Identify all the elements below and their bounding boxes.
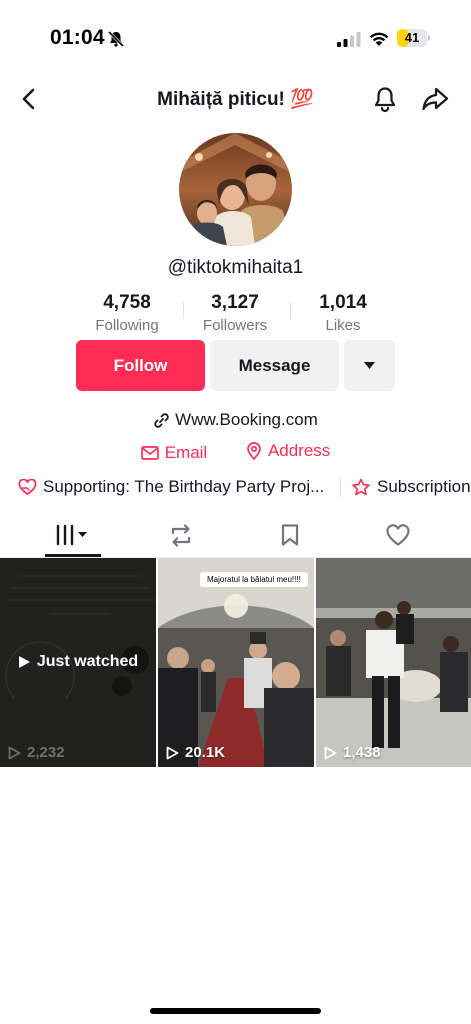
follow-button[interactable]: Follow (76, 340, 205, 391)
video-thumbnail[interactable]: 1,438 (316, 558, 471, 767)
share-button[interactable] (420, 84, 450, 114)
website-link[interactable]: Www.Booking.com (153, 410, 318, 430)
caret-down-icon (364, 362, 375, 369)
avatar[interactable] (179, 133, 292, 246)
view-count: 2,232 (27, 744, 65, 761)
subscription-link[interactable]: Subscription (340, 477, 471, 497)
tab-liked[interactable] (338, 512, 455, 558)
tab-reposts[interactable] (121, 512, 238, 558)
tab-favorites[interactable] (231, 512, 348, 558)
website-text: Www.Booking.com (175, 410, 318, 429)
video-caption: Majoratul la băiatul meu!!!! (200, 572, 308, 587)
bell-off-icon (107, 30, 125, 48)
avatar-photo (179, 133, 292, 246)
play-icon (18, 656, 30, 668)
status-time: 01:04 (50, 26, 105, 49)
supporting-link[interactable]: Supporting: The Birthday Party Proj... (18, 477, 324, 497)
stat-value: 1,014 (319, 292, 367, 313)
suggested-accounts-button[interactable] (344, 340, 395, 391)
active-tab-indicator (45, 554, 101, 557)
promo-row: Supporting: The Birthday Party Proj... S… (18, 477, 471, 501)
battery-percent: 41 (404, 30, 420, 45)
video-thumbnail-image (316, 558, 471, 767)
home-indicator[interactable] (150, 1008, 321, 1014)
stat-label: Likes (325, 317, 361, 334)
play-outline-icon (166, 746, 179, 759)
address-button[interactable]: Address (246, 441, 330, 461)
email-label: Email (164, 443, 208, 462)
email-button[interactable]: Email (140, 443, 208, 463)
video-views: 1,438 (324, 744, 381, 761)
website-link-row: Www.Booking.com (0, 410, 471, 434)
video-views: 2,232 (8, 744, 65, 761)
contact-row: Email Address (0, 441, 471, 465)
message-button[interactable]: Message (210, 340, 339, 391)
cellular-signal-icon (337, 32, 361, 47)
subscription-label: Subscription (377, 477, 471, 496)
link-icon (154, 412, 169, 428)
stat-likes[interactable]: 1,014 Likes (278, 292, 408, 334)
heart-icon (386, 524, 410, 546)
profile-stats: 4,758 Following 3,127 Followers 1,014 Li… (0, 292, 471, 340)
repost-icon (171, 524, 191, 547)
profile-header: Mihăiță piticu! 💯 (0, 76, 471, 122)
video-views: 20.1K (166, 744, 225, 761)
bookmark-icon (281, 524, 299, 546)
just-watched-overlay: Just watched (0, 653, 156, 671)
email-icon (140, 446, 159, 460)
page-title: Mihăiță piticu! 💯 (157, 89, 314, 110)
view-count: 1,438 (343, 744, 381, 761)
address-label: Address (267, 441, 331, 460)
video-thumbnail-image (158, 558, 314, 767)
video-thumbnail[interactable]: Majoratul la băiatul meu!!!! 20.1K (158, 558, 314, 767)
content-tabs (0, 512, 471, 558)
username: @tiktokmihaita1 (167, 257, 304, 278)
notification-bell-button[interactable] (370, 84, 400, 114)
tab-videos[interactable] (14, 512, 131, 558)
status-bar: 01:04 41 (0, 0, 471, 70)
location-pin-icon (247, 442, 261, 460)
video-grid: Just watched 2,232 Majoratul la băiatul … (0, 558, 471, 767)
supporting-label: Supporting: The Birthday Party Proj... (43, 477, 325, 496)
play-outline-icon (324, 746, 337, 759)
heart-hand-icon (18, 478, 37, 495)
view-count: 20.1K (185, 744, 226, 761)
just-watched-label: Just watched (36, 653, 139, 670)
battery-indicator: 41 (397, 29, 431, 47)
subscription-star-icon (352, 478, 370, 496)
wifi-icon (369, 32, 389, 46)
play-outline-icon (8, 746, 21, 759)
video-thumbnail[interactable]: Just watched 2,232 (0, 558, 156, 767)
